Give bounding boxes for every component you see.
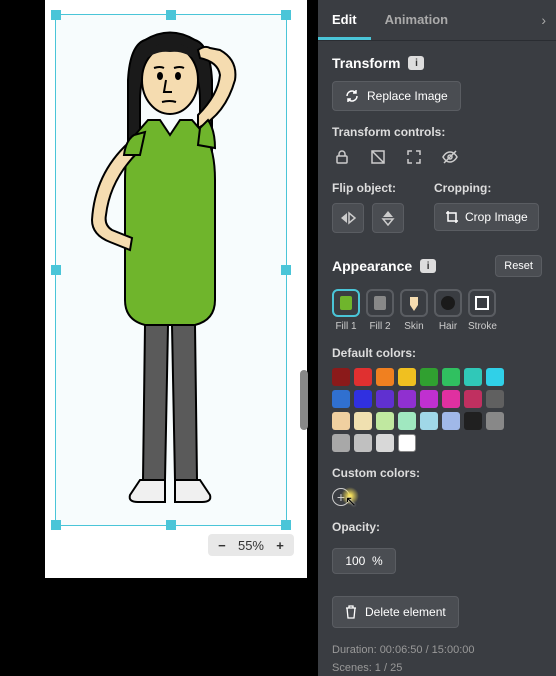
flip-label: Flip object:	[332, 181, 404, 195]
fill-tabs: Fill 1Fill 2SkinHairStroke	[332, 289, 542, 332]
resize-handle-bm[interactable]	[166, 520, 176, 530]
custom-colors-label: Custom colors:	[332, 466, 542, 480]
resize-handle-tm[interactable]	[166, 10, 176, 20]
properties-sidebar: Edit Animation › Transform i Replace Ima…	[318, 0, 556, 676]
color-swatch[interactable]	[464, 368, 482, 386]
crop-icon	[445, 210, 459, 224]
transform-title: Transform i	[332, 55, 542, 71]
expand-icon[interactable]	[404, 147, 424, 167]
transform-section: Transform i Replace Image Transform cont…	[318, 41, 556, 241]
resize-handle-br[interactable]	[281, 520, 291, 530]
transform-controls-label: Transform controls:	[332, 125, 542, 139]
color-swatch[interactable]	[398, 434, 416, 452]
appearance-title: Appearance i	[332, 258, 436, 274]
resize-handle-mr[interactable]	[281, 265, 291, 275]
color-swatch[interactable]	[442, 412, 460, 430]
zoom-value: 55%	[238, 538, 264, 553]
color-swatch[interactable]	[442, 390, 460, 408]
tab-edit[interactable]: Edit	[318, 0, 371, 40]
tab-bar: Edit Animation ›	[318, 0, 556, 41]
cursor-icon: ↖	[345, 493, 357, 510]
color-swatch[interactable]	[376, 390, 394, 408]
constrain-icon[interactable]	[368, 147, 388, 167]
delete-label: Delete element	[365, 605, 446, 619]
opacity-label: Opacity:	[332, 520, 542, 534]
default-colors-label: Default colors:	[332, 346, 542, 360]
vertical-scrollbar[interactable]	[300, 0, 308, 578]
default-colors-grid	[332, 368, 504, 452]
duration-text: Duration: 00:06:50 / 15:00:00	[332, 642, 542, 660]
zoom-out-button[interactable]: −	[214, 537, 230, 553]
color-swatch[interactable]	[376, 434, 394, 452]
lock-icon[interactable]	[332, 147, 352, 167]
replace-label: Replace Image	[367, 89, 448, 103]
color-swatch[interactable]	[420, 390, 438, 408]
scroll-thumb[interactable]	[300, 370, 308, 430]
color-swatch[interactable]	[376, 368, 394, 386]
tab-next-icon[interactable]: ›	[541, 12, 546, 28]
canvas-area[interactable]: − 55% +	[0, 0, 318, 676]
footer-info: Duration: 00:06:50 / 15:00:00 Scenes: 1 …	[318, 642, 556, 676]
resize-handle-ml[interactable]	[51, 265, 61, 275]
reset-button[interactable]: Reset	[495, 255, 542, 277]
color-swatch[interactable]	[354, 412, 372, 430]
color-swatch[interactable]	[464, 412, 482, 430]
color-swatch[interactable]	[486, 368, 504, 386]
color-swatch[interactable]	[332, 390, 350, 408]
fill-tab-stroke[interactable]: Stroke	[468, 289, 497, 332]
color-swatch[interactable]	[486, 412, 504, 430]
transform-controls-row	[332, 147, 542, 167]
tab-animation[interactable]: Animation	[371, 0, 463, 40]
color-swatch[interactable]	[486, 390, 504, 408]
color-swatch[interactable]	[376, 412, 394, 430]
color-swatch[interactable]	[354, 434, 372, 452]
color-swatch[interactable]	[354, 368, 372, 386]
add-custom-color-button[interactable]: + ↖	[332, 488, 350, 506]
appearance-section: Appearance i Reset Fill 1Fill 2SkinHairS…	[318, 241, 556, 582]
color-swatch[interactable]	[442, 368, 460, 386]
character-illustration[interactable]	[70, 20, 270, 520]
trash-icon	[345, 605, 357, 619]
color-swatch[interactable]	[332, 434, 350, 452]
visibility-icon[interactable]	[440, 147, 460, 167]
flip-horizontal-button[interactable]	[332, 203, 364, 233]
color-swatch[interactable]	[332, 368, 350, 386]
transform-title-text: Transform	[332, 55, 400, 71]
crop-label: Cropping:	[434, 181, 539, 195]
crop-image-button[interactable]: Crop Image	[434, 203, 539, 231]
color-swatch[interactable]	[398, 368, 416, 386]
flip-vertical-button[interactable]	[372, 203, 404, 233]
appearance-title-text: Appearance	[332, 258, 412, 274]
info-icon[interactable]: i	[408, 56, 424, 70]
delete-element-button[interactable]: Delete element	[332, 596, 459, 628]
color-swatch[interactable]	[464, 390, 482, 408]
color-swatch[interactable]	[420, 412, 438, 430]
color-swatch[interactable]	[332, 412, 350, 430]
crop-btn-label: Crop Image	[465, 210, 528, 224]
opacity-input[interactable]	[332, 548, 396, 574]
fill-tab-hair[interactable]: Hair	[434, 289, 462, 332]
color-swatch[interactable]	[420, 368, 438, 386]
resize-handle-tl[interactable]	[51, 10, 61, 20]
scenes-text: Scenes: 1 / 25	[332, 660, 542, 676]
fill-tab-skin[interactable]: Skin	[400, 289, 428, 332]
zoom-in-button[interactable]: +	[272, 537, 288, 553]
refresh-icon	[345, 89, 359, 103]
color-swatch[interactable]	[354, 390, 372, 408]
zoom-control: − 55% +	[208, 534, 294, 556]
replace-image-button[interactable]: Replace Image	[332, 81, 461, 111]
resize-handle-tr[interactable]	[281, 10, 291, 20]
color-swatch[interactable]	[398, 390, 416, 408]
fill-tab-fill-1[interactable]: Fill 1	[332, 289, 360, 332]
info-icon[interactable]: i	[420, 259, 436, 273]
color-swatch[interactable]	[398, 412, 416, 430]
resize-handle-bl[interactable]	[51, 520, 61, 530]
fill-tab-fill-2[interactable]: Fill 2	[366, 289, 394, 332]
